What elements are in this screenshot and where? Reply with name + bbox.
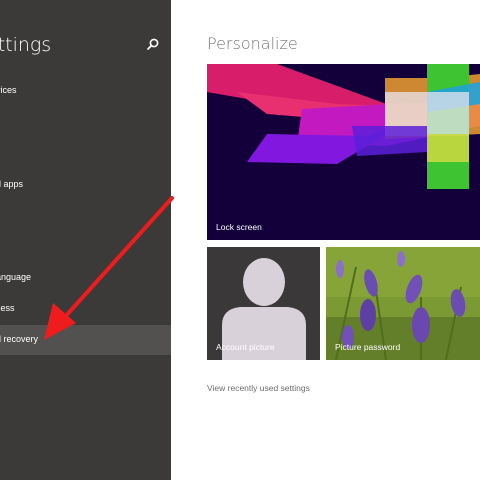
- lock-screen-label: Lock screen: [216, 222, 262, 232]
- lock-screen-image: [207, 64, 480, 189]
- account-picture-tile[interactable]: Account picture: [207, 247, 320, 360]
- picture-password-label: Picture password: [335, 342, 401, 352]
- lock-screen-tile[interactable]: Lock screen: [207, 64, 480, 240]
- sidebar-title: ettings: [0, 34, 52, 56]
- sidebar-item-time-and-language[interactable]: anguage: [0, 263, 171, 293]
- sidebar-item-search-and-apps[interactable]: d apps: [0, 170, 171, 200]
- page-title: Personalize: [207, 34, 298, 53]
- sidebar-item-label: cess: [0, 303, 15, 313]
- recent-settings-link[interactable]: View recently used settings: [207, 383, 310, 393]
- sidebar-item-devices[interactable]: vices: [0, 76, 171, 106]
- sidebar-item-label: d recovery: [0, 334, 39, 344]
- settings-sidebar: ettings vices d apps anguage cess d reco…: [0, 0, 171, 480]
- picture-password-tile[interactable]: Picture password: [326, 247, 480, 360]
- sidebar-item-label: d apps: [0, 179, 24, 189]
- sidebar-item-label: vices: [0, 85, 17, 95]
- sidebar-item-ease-of-access[interactable]: cess: [0, 294, 171, 324]
- account-picture-label: Account picture: [216, 342, 275, 352]
- sidebar-item-update-and-recovery[interactable]: d recovery: [0, 325, 171, 355]
- search-icon[interactable]: [146, 37, 160, 51]
- sidebar-item-label: anguage: [0, 272, 32, 282]
